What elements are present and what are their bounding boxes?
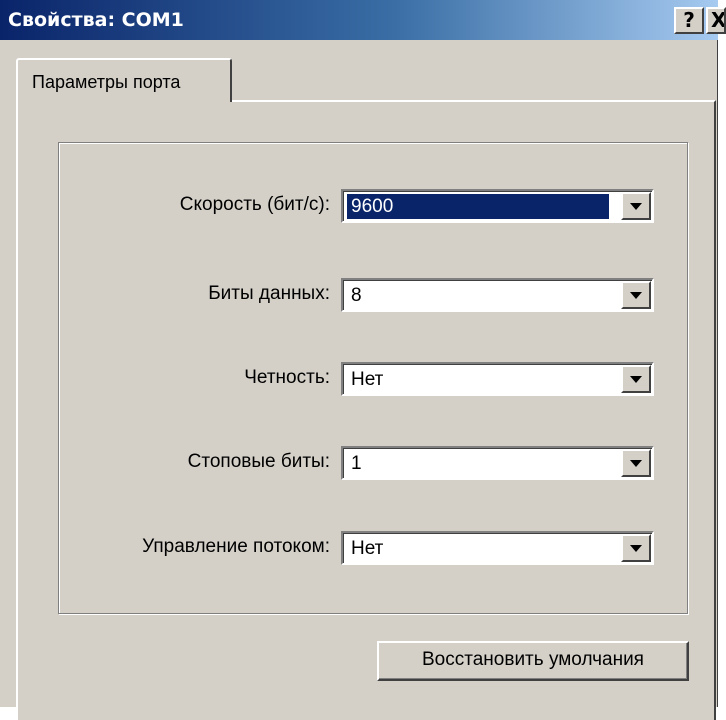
chevron-down-icon	[630, 292, 642, 299]
baud-rate-value: 9600	[347, 194, 609, 219]
properties-dialog: Свойства: COM1 ? X Параметры порта Скоро…	[0, 0, 726, 720]
tab-port-settings[interactable]: Параметры порта	[16, 58, 232, 102]
setting-row-data-bits: Биты данных: 8	[0, 278, 718, 312]
parity-value: Нет	[351, 369, 384, 390]
window-title: Свойства: COM1	[8, 9, 184, 31]
parity-dropdown-button[interactable]	[621, 365, 651, 393]
chevron-down-icon	[630, 460, 642, 467]
stop-bits-dropdown-button[interactable]	[621, 449, 651, 477]
help-button[interactable]: ?	[674, 7, 704, 34]
title-bar[interactable]: Свойства: COM1 ? X	[0, 0, 726, 40]
close-button[interactable]: X	[706, 7, 726, 34]
setting-row-baud-rate: Скорость (бит/с): 9600	[0, 189, 718, 223]
stop-bits-select[interactable]: 1	[341, 446, 654, 480]
setting-row-flow-control: Управление потоком: Нет	[0, 531, 718, 565]
setting-row-stop-bits: Стоповые биты: 1	[0, 446, 718, 480]
baud-rate-select[interactable]: 9600	[341, 189, 654, 223]
baud-rate-dropdown-button[interactable]	[621, 192, 651, 220]
tab-label: Параметры порта	[32, 72, 181, 92]
chevron-down-icon	[630, 203, 642, 210]
stop-bits-label: Стоповые биты:	[187, 451, 330, 472]
chevron-down-icon	[630, 545, 642, 552]
parity-select[interactable]: Нет	[341, 362, 654, 396]
stop-bits-value: 1	[351, 453, 362, 474]
setting-row-parity: Четность: Нет	[0, 362, 718, 396]
data-bits-label: Биты данных:	[208, 283, 330, 304]
flow-control-dropdown-button[interactable]	[621, 534, 651, 562]
data-bits-dropdown-button[interactable]	[621, 281, 651, 309]
data-bits-select[interactable]: 8	[341, 278, 654, 312]
chevron-down-icon	[630, 376, 642, 383]
flow-control-label: Управление потоком:	[142, 536, 330, 557]
flow-control-value: Нет	[351, 538, 384, 559]
restore-defaults-button[interactable]: Восстановить умолчания	[377, 641, 689, 681]
data-bits-value: 8	[351, 285, 362, 306]
parity-label: Четность:	[244, 367, 330, 388]
flow-control-select[interactable]: Нет	[341, 531, 654, 565]
baud-rate-label: Скорость (бит/с):	[179, 194, 330, 215]
